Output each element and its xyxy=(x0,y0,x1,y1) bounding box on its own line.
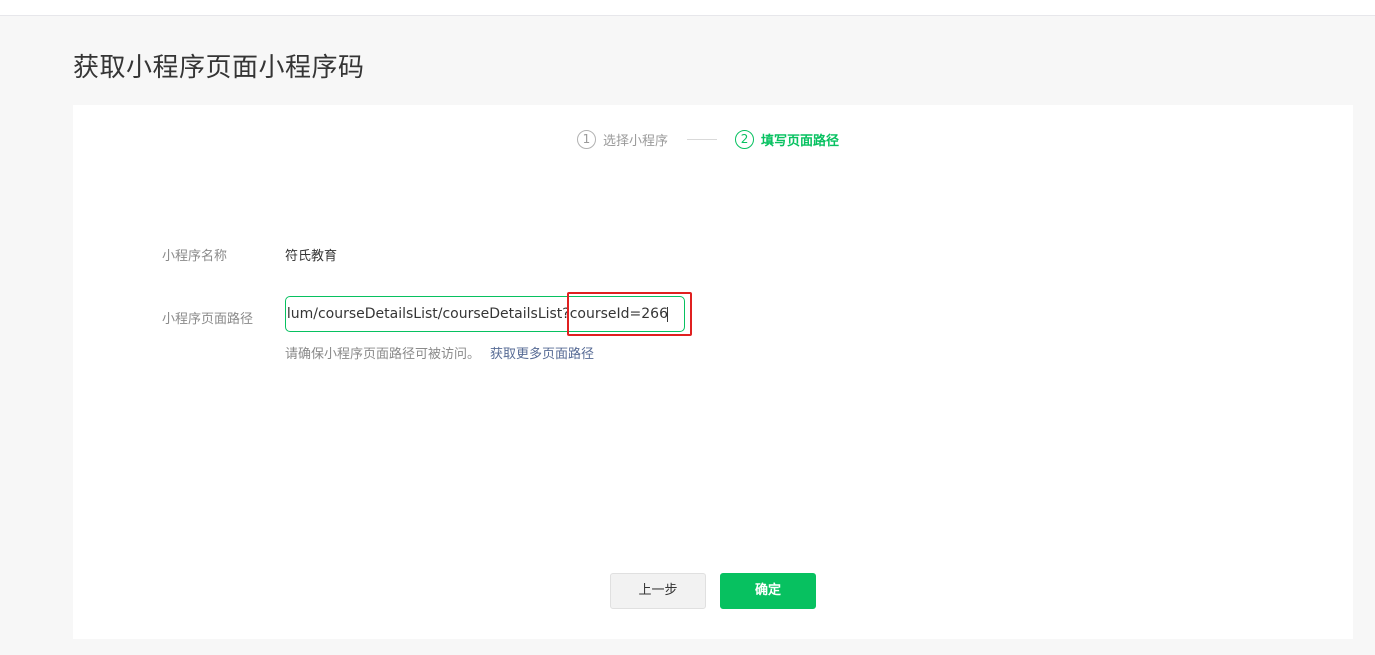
path-hint-text: 请确保小程序页面路径可被访问。 xyxy=(285,347,481,362)
more-page-paths-link[interactable]: 获取更多页面路径 xyxy=(490,347,594,362)
step-fill-page-path: 2 填写页面路径 xyxy=(735,129,840,149)
confirm-button[interactable]: 确定 xyxy=(720,573,816,609)
text-caret xyxy=(667,307,668,322)
path-hint: 请确保小程序页面路径可被访问。 获取更多页面路径 xyxy=(285,343,594,362)
step-divider xyxy=(687,138,718,140)
stepper: 1 选择小程序 2 填写页面路径 xyxy=(577,129,839,149)
content-panel: 1 选择小程序 2 填写页面路径 小程序名称 符氏教育 小程序页面路径 ulum… xyxy=(73,105,1353,639)
miniprogram-name-label: 小程序名称 xyxy=(162,249,228,264)
step-number: 2 xyxy=(735,129,755,149)
step-select-miniprogram: 1 选择小程序 xyxy=(577,129,669,149)
page-title: 获取小程序页面小程序码 xyxy=(73,53,365,83)
miniprogram-name-value: 符氏教育 xyxy=(285,249,338,264)
step-number: 1 xyxy=(577,129,596,149)
previous-step-button[interactable]: 上一步 xyxy=(610,573,706,609)
step-label: 选择小程序 xyxy=(603,133,669,149)
page-path-input[interactable]: ulum/courseDetailsList/courseDetailsList… xyxy=(285,296,685,332)
top-bar xyxy=(0,0,1375,16)
step-label: 填写页面路径 xyxy=(761,133,840,149)
page-path-value: ulum/courseDetailsList/courseDetailsList… xyxy=(285,306,668,322)
page-path-label: 小程序页面路径 xyxy=(162,312,254,327)
